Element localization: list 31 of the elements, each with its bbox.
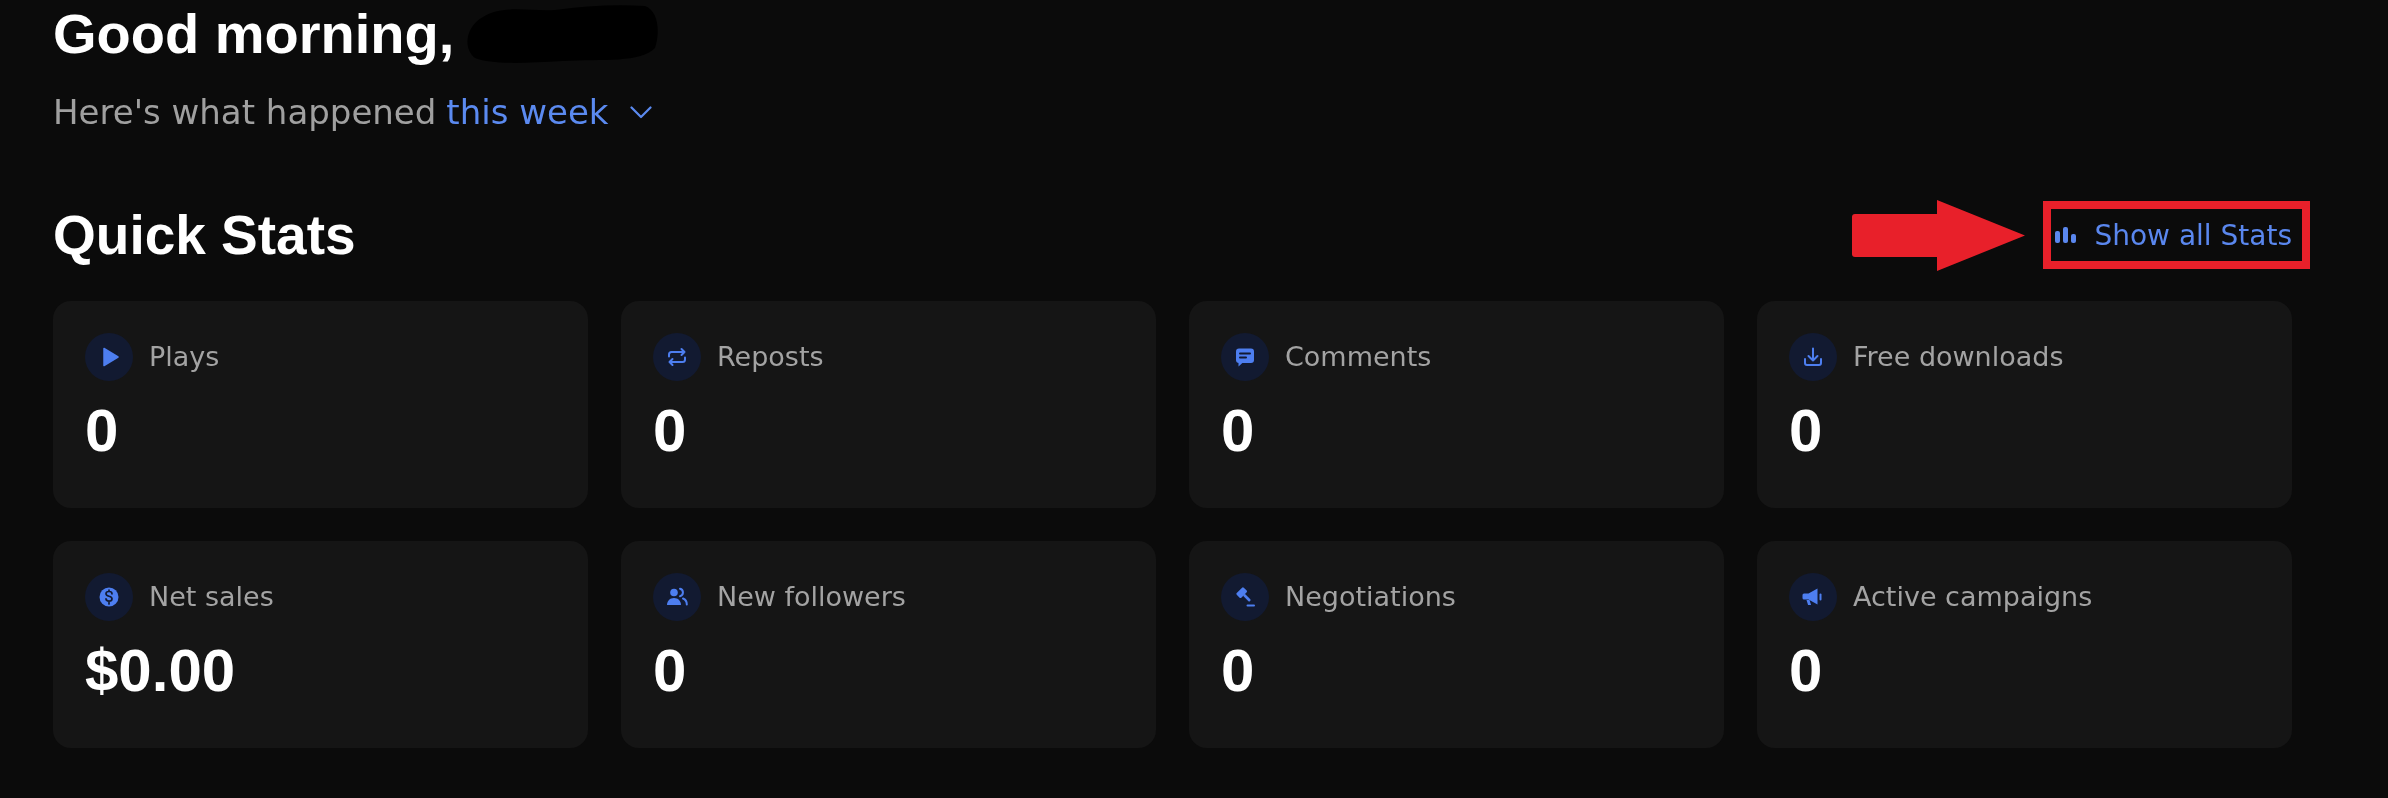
chat-bubble-icon (1221, 333, 1269, 381)
download-icon (1789, 333, 1837, 381)
stat-value: 0 (1789, 641, 1824, 701)
gavel-icon (1221, 573, 1269, 621)
show-all-stats-link[interactable]: Show all Stats (2051, 209, 2302, 261)
section-title: Quick Stats (53, 204, 356, 266)
stat-value: 0 (85, 401, 120, 461)
stat-value: 0 (653, 641, 688, 701)
dollar-coin-icon (85, 573, 133, 621)
stat-value: $0.00 (85, 641, 237, 701)
stat-label: Net sales (149, 580, 274, 614)
stat-label: Reposts (717, 340, 824, 374)
chevron-down-icon (629, 106, 652, 119)
stat-value: 0 (1221, 641, 1256, 701)
bar-chart-icon (2055, 227, 2078, 243)
stat-label: Active campaigns (1853, 580, 2093, 614)
repeat-arrows-icon (653, 333, 701, 381)
stat-value: 0 (653, 401, 688, 461)
stat-label: New followers (717, 580, 906, 614)
subtitle-text: Here's what happened (53, 92, 437, 133)
greeting-heading: Good morning, (53, 1, 455, 67)
people-icon (653, 573, 701, 621)
megaphone-icon (1789, 573, 1837, 621)
period-dropdown[interactable]: this week (446, 92, 652, 133)
stat-value: 0 (1221, 401, 1256, 461)
stat-value: 0 (1789, 401, 1824, 461)
stat-label: Comments (1285, 340, 1432, 374)
play-icon (85, 333, 133, 381)
stat-label: Negotiations (1285, 580, 1456, 614)
stat-label: Free downloads (1853, 340, 2064, 374)
stat-label: Plays (149, 340, 220, 374)
